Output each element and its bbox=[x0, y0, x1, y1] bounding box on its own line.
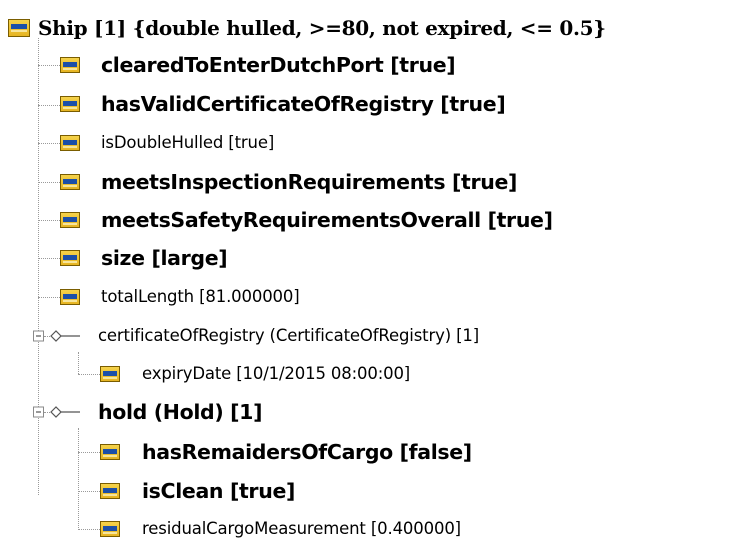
tree-node-residual-cargo-measurement[interactable]: residualCargoMeasurement [0.400000] bbox=[0, 510, 733, 548]
tree-node-cleared-to-enter-dutch-port[interactable]: clearedToEnterDutchPort [true] bbox=[0, 46, 733, 84]
tree-node-size[interactable]: size [large] bbox=[0, 239, 733, 277]
collapse-icon[interactable] bbox=[33, 330, 44, 342]
tree-node-label: meetsInspectionRequirements [true] bbox=[101, 169, 518, 194]
attribute-icon bbox=[60, 96, 80, 112]
attribute-icon bbox=[100, 366, 120, 382]
tree-node-is-clean[interactable]: isClean [true] bbox=[0, 472, 733, 510]
tree-node-ship[interactable]: Ship [1] {double hulled, >=80, not expir… bbox=[0, 9, 733, 47]
tree-node-label: clearedToEnterDutchPort [true] bbox=[101, 52, 456, 77]
tree-node-has-valid-certificate-of-registry[interactable]: hasValidCertificateOfRegistry [true] bbox=[0, 85, 733, 123]
tree-node-meets-safety-requirements-overall[interactable]: meetsSafetyRequirementsOverall [true] bbox=[0, 201, 733, 239]
tree-node-total-length[interactable]: totalLength [81.000000] bbox=[0, 278, 733, 316]
attribute-icon bbox=[60, 174, 80, 190]
tree-node-label: meetsSafetyRequirementsOverall [true] bbox=[101, 207, 553, 232]
aggregation-icon bbox=[50, 406, 80, 418]
attribute-icon bbox=[8, 19, 30, 37]
tree-node-meets-inspection-requirements[interactable]: meetsInspectionRequirements [true] bbox=[0, 163, 733, 201]
tree-node-label: hasRemaidersOfCargo [false] bbox=[142, 439, 472, 464]
attribute-icon bbox=[100, 521, 120, 537]
attribute-icon bbox=[60, 212, 80, 228]
tree-node-has-remaiders-of-cargo[interactable]: hasRemaidersOfCargo [false] bbox=[0, 433, 733, 471]
attribute-icon bbox=[60, 250, 80, 266]
ship-tree-view: Ship [1] {double hulled, >=80, not expir… bbox=[0, 0, 733, 550]
tree-node-label: totalLength [81.000000] bbox=[101, 286, 300, 306]
attribute-icon bbox=[100, 444, 120, 460]
tree-node-expiry-date[interactable]: expiryDate [10/1/2015 08:00:00] bbox=[0, 355, 733, 393]
tree-node-label: expiryDate [10/1/2015 08:00:00] bbox=[142, 363, 411, 383]
tree-node-label: certificateOfRegistry (CertificateOfRegi… bbox=[98, 325, 480, 345]
tree-node-certificate-of-registry[interactable]: certificateOfRegistry (CertificateOfRegi… bbox=[0, 317, 733, 355]
tree-node-label: hold (Hold) [1] bbox=[98, 399, 263, 424]
tree-node-label: Ship [1] {double hulled, >=80, not expir… bbox=[38, 16, 606, 40]
tree-node-label: hasValidCertificateOfRegistry [true] bbox=[101, 91, 506, 116]
attribute-icon bbox=[100, 483, 120, 499]
tree-node-label: isClean [true] bbox=[142, 478, 296, 503]
collapse-icon[interactable] bbox=[33, 406, 44, 418]
tree-node-label: isDoubleHulled [true] bbox=[101, 132, 275, 152]
attribute-icon bbox=[60, 289, 80, 305]
tree-node-label: residualCargoMeasurement [0.400000] bbox=[142, 518, 461, 538]
tree-node-label: size [large] bbox=[101, 245, 228, 270]
tree-node-is-double-hulled[interactable]: isDoubleHulled [true] bbox=[0, 124, 733, 162]
aggregation-icon bbox=[50, 330, 80, 342]
tree-node-hold[interactable]: hold (Hold) [1] bbox=[0, 393, 733, 431]
attribute-icon bbox=[60, 135, 80, 151]
attribute-icon bbox=[60, 57, 80, 73]
